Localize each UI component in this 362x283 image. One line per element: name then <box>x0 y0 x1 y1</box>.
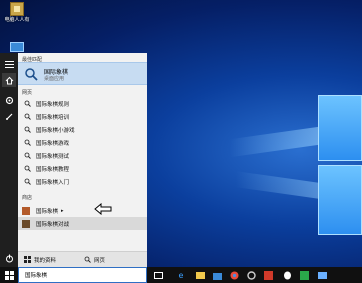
desktop-icon-computer[interactable]: 电脑人人有 <box>2 2 32 24</box>
store-result[interactable]: 国际象棋对战 <box>18 217 147 230</box>
search-query: 国际象棋 <box>25 273 48 279</box>
web-result[interactable]: 国际象棋培训 <box>18 110 147 123</box>
my-stuff-label: 我的资料 <box>34 257 57 264</box>
web-result-label: 国际象棋规则 <box>36 101 70 108</box>
search-icon <box>22 178 32 185</box>
web-result-label: 国际象棋培训 <box>36 114 70 121</box>
feedback-icon[interactable] <box>2 109 16 123</box>
hamburger-icon[interactable] <box>2 57 16 71</box>
search-icon <box>22 165 32 172</box>
start-rail <box>0 53 18 267</box>
store-icon[interactable] <box>212 270 222 280</box>
web-result[interactable]: 国际象棋测试 <box>18 149 147 162</box>
web-button[interactable]: 网页 <box>84 256 105 264</box>
store-header: 商店 <box>22 195 33 201</box>
windows-start-button[interactable] <box>2 268 16 282</box>
web-result[interactable]: 国际象棋小游戏 <box>18 123 147 136</box>
home-icon[interactable] <box>2 73 16 87</box>
web-result-label: 国际象棋游戏 <box>36 140 70 147</box>
edge-icon[interactable]: e <box>176 270 186 280</box>
web-result-label: 国际象棋测试 <box>36 153 70 160</box>
my-stuff-button[interactable]: 我的资料 <box>24 256 56 264</box>
settings-icon[interactable] <box>246 270 256 280</box>
power-icon[interactable] <box>2 251 16 265</box>
web-result[interactable]: 国际象棋游戏 <box>18 136 147 149</box>
best-match-result[interactable]: 国际象棋 桌面应用 <box>18 62 147 85</box>
search-icon <box>22 100 32 107</box>
store-result-label: 国际象棋对战 <box>36 221 70 228</box>
store-result-label: 国际象棋 <box>36 208 59 215</box>
web-result-label: 国际象棋教程 <box>36 166 70 173</box>
web-result-label: 国际象棋入门 <box>36 179 70 186</box>
web-result[interactable]: 国际象棋教程 <box>18 162 147 175</box>
desktop-icon-folder[interactable] <box>10 42 24 52</box>
search-input[interactable]: 国际象棋 <box>18 267 147 283</box>
web-result[interactable]: 国际象棋入门 <box>18 175 147 188</box>
best-match-subtitle: 桌面应用 <box>44 76 65 82</box>
search-icon <box>84 256 91 263</box>
chrome-icon[interactable] <box>229 270 239 280</box>
settings-icon[interactable] <box>2 93 16 107</box>
computer-icon <box>10 2 24 16</box>
search-filter-bar: 我的资料 网页 <box>18 251 147 267</box>
search-icon <box>22 126 32 133</box>
desktop-icon-label: 电脑人人有 <box>4 17 30 23</box>
search-icon <box>22 152 32 159</box>
web-result[interactable]: 国际象棋规则 <box>18 97 147 110</box>
search-results-panel: 最佳匹配 国际象棋 桌面应用 网页 国际象棋规则 国际象棋培训 国际象棋小游戏 … <box>18 53 147 267</box>
media-icon[interactable] <box>299 270 309 280</box>
pointing-arrow-icon <box>94 203 112 215</box>
web-button-label: 网页 <box>94 257 106 264</box>
windows-logo-wallpaper <box>318 95 362 235</box>
chess-app-icon <box>22 206 30 215</box>
web-result-label: 国际象棋小游戏 <box>36 127 75 134</box>
qq-icon[interactable] <box>282 270 292 280</box>
task-view-icon[interactable] <box>153 270 163 280</box>
app-icon[interactable] <box>263 270 273 280</box>
folder-icon[interactable] <box>317 270 327 280</box>
search-icon <box>22 113 32 120</box>
windows-icon <box>24 256 31 263</box>
expand-glyph: ▸ <box>61 207 64 214</box>
file-explorer-icon[interactable] <box>195 270 205 280</box>
chess-app-icon <box>24 67 38 81</box>
search-icon <box>22 139 32 146</box>
web-header: 网页 <box>22 90 33 96</box>
chess-app-icon <box>22 219 30 228</box>
store-result[interactable]: 国际象棋 ▸ <box>18 204 147 217</box>
